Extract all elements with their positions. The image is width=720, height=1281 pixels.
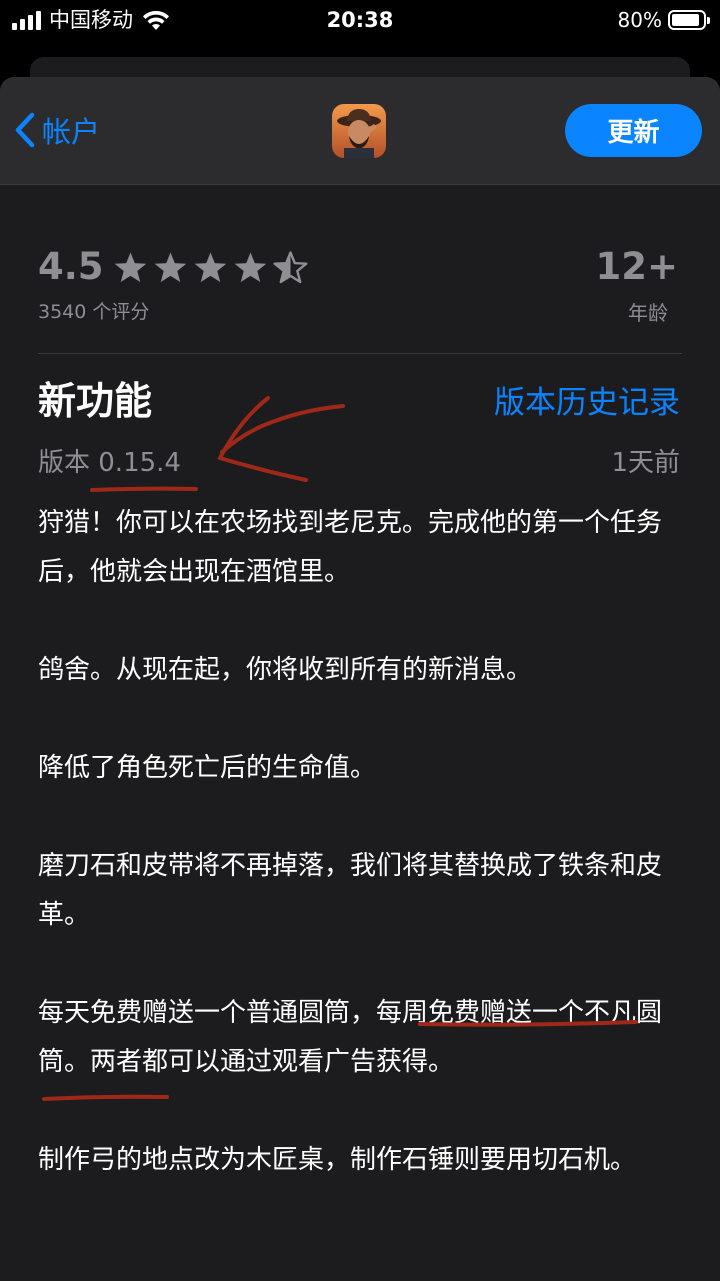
status-bar: 中国移动 20:38 80% xyxy=(0,0,720,40)
release-note: 制作弓的地点改为木匠桌，制作石锤则要用切石机。 xyxy=(38,1145,637,1175)
back-button-label: 帐户 xyxy=(42,115,101,149)
nav-bar: 帐户 更新 xyxy=(0,77,720,185)
version-history-link[interactable]: 版本历史记录 xyxy=(494,381,680,425)
star-rating xyxy=(112,251,309,285)
age-label: 年龄 xyxy=(628,301,668,325)
chevron-left-icon xyxy=(15,112,35,148)
star-full-icon xyxy=(154,252,187,283)
battery-icon xyxy=(668,10,710,30)
star-full-icon xyxy=(194,252,227,283)
star-full-icon xyxy=(114,252,147,283)
back-button[interactable]: 帐户 xyxy=(14,109,100,151)
cowboy-game-icon[interactable] xyxy=(332,104,386,158)
rating-count: 3540 个评分 xyxy=(38,301,150,323)
divider xyxy=(38,353,682,354)
star-half-icon xyxy=(273,251,308,284)
battery-percentage: 80% xyxy=(617,8,662,32)
update-button[interactable]: 更新 xyxy=(565,104,702,157)
clock: 20:38 xyxy=(326,8,394,32)
star-full-icon xyxy=(234,252,267,283)
release-note: 每天免费赠送一个普通圆筒，每周免费赠送一个不凡圆筒。两者都可以通过观看广告获得。 xyxy=(38,998,663,1077)
release-note: 降低了角色死亡后的生命值。 xyxy=(38,753,377,783)
version-number: 版本 0.15.4 xyxy=(38,448,181,478)
release-notes: 狩猎！你可以在农场找到老尼克。完成他的第一个任务后，他就会出现在酒馆里。 鸽舍。… xyxy=(38,499,678,1234)
age-rating: 12+ xyxy=(595,245,679,288)
release-note: 狩猎！你可以在农场找到老尼克。完成他的第一个任务后，他就会出现在酒馆里。 xyxy=(38,508,663,587)
release-note: 磨刀石和皮带将不再掉落，我们将其替换成了铁条和皮革。 xyxy=(38,851,663,930)
updated-time: 1天前 xyxy=(611,448,680,478)
rating-score: 4.5 xyxy=(38,245,104,288)
release-note: 鸽舍。从现在起，你将收到所有的新消息。 xyxy=(38,655,533,685)
app-sheet: 帐户 更新 4.5 3540 个评分 12+ 年龄 新功能 版本历史记录 版本 … xyxy=(0,77,720,1281)
section-title: 新功能 xyxy=(38,379,153,423)
